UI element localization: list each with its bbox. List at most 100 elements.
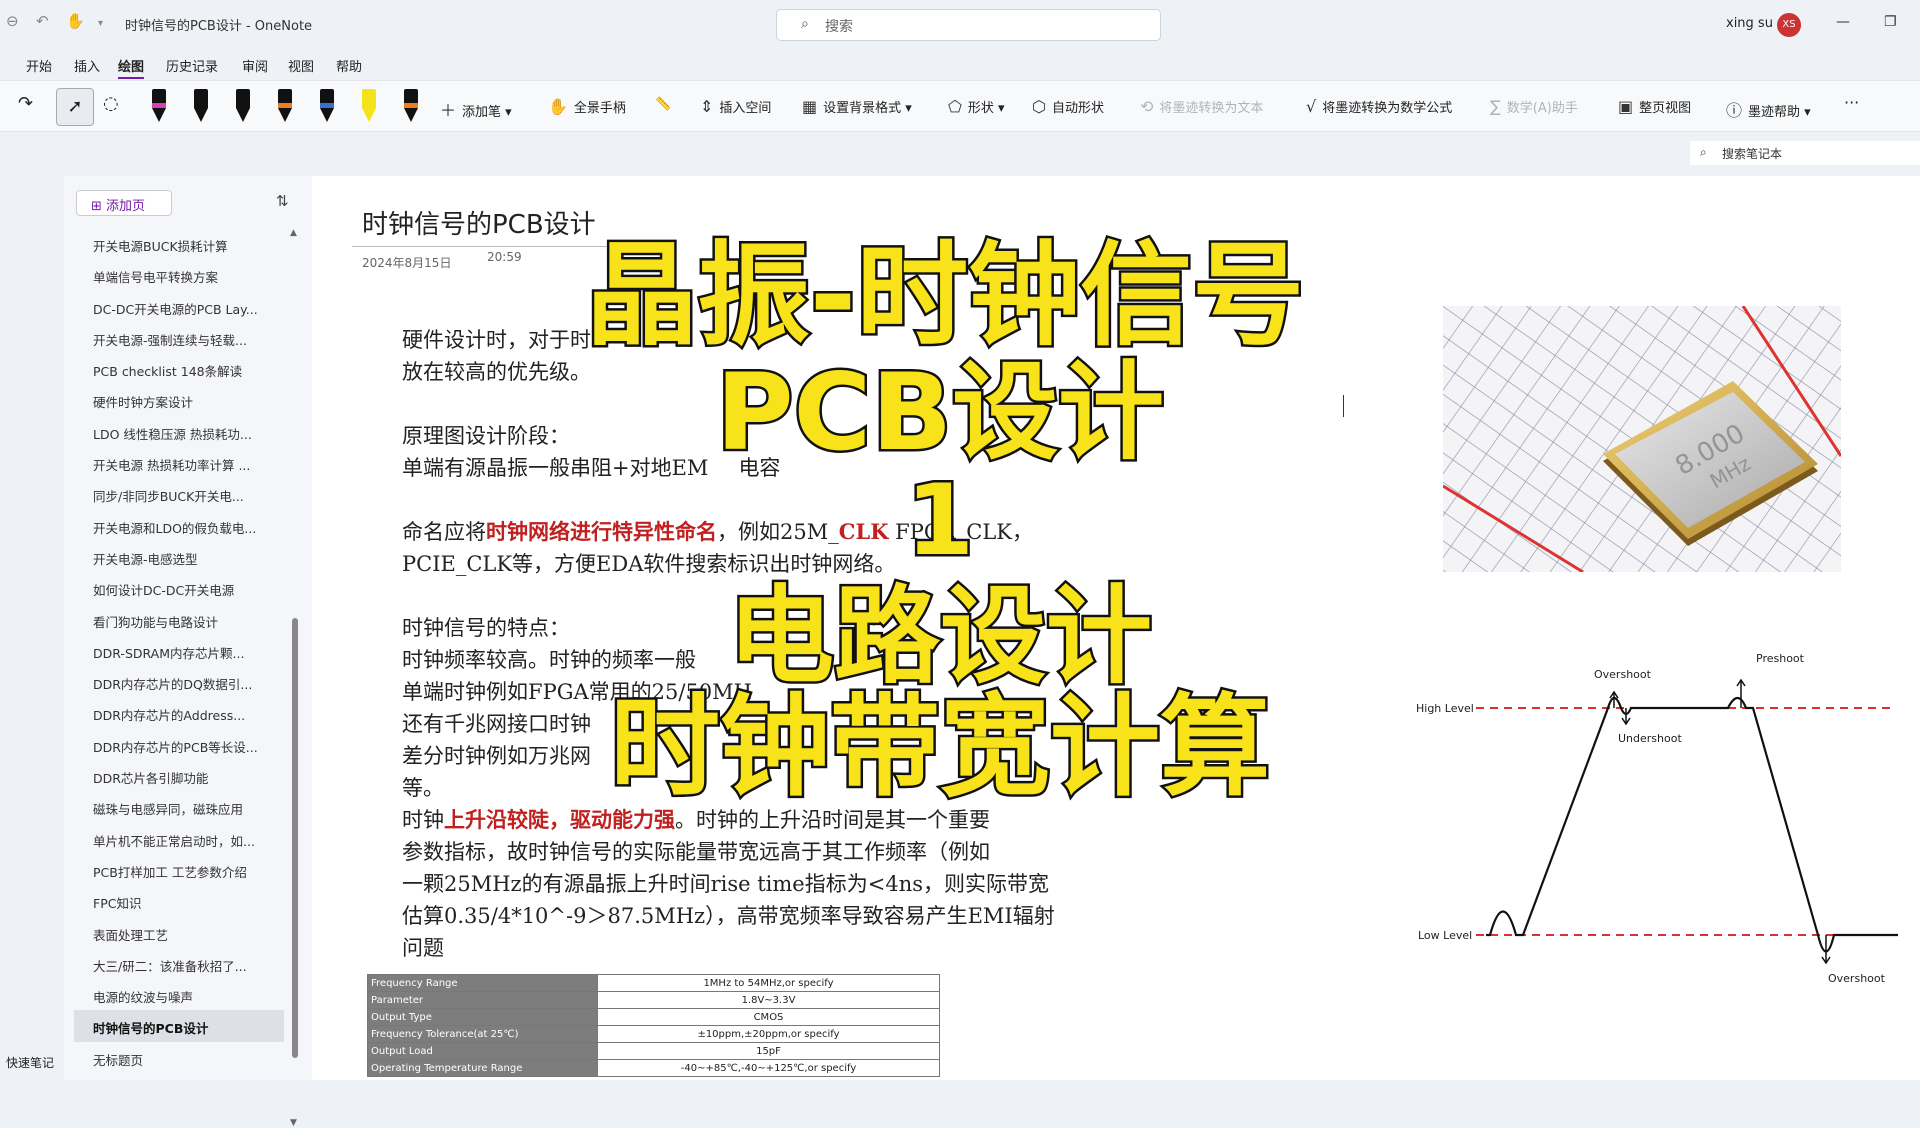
spec-table[interactable]: Frequency Range 1MHz to 54MHz,or specify P… — [367, 974, 940, 1077]
sort-icon[interactable]: ⇅ — [276, 192, 289, 210]
touch-mode-icon[interactable]: ✋ — [66, 12, 85, 30]
table-row: Operating Temperature Range -40~+85℃,-40~… — [367, 1059, 940, 1077]
background-format-button[interactable]: ▦ 设置背景格式 ▾ — [802, 97, 912, 116]
note-line: 问题 — [402, 936, 444, 960]
title-bar: ⊖ ↶ ✋ ▾ 时钟信号的PCB设计 - OneNote ⌕ 搜索 xing s… — [0, 0, 1920, 50]
undo-icon[interactable]: ↶ — [36, 12, 49, 30]
note-line: 一颗25MHz的有源晶振上升时间rise time指标为<4ns，则实际带宽 — [402, 872, 1049, 896]
page-list-item[interactable]: 同步/非同步BUCK开关电... — [64, 478, 294, 509]
insert-space-button[interactable]: ⇕ 插入空间 — [700, 97, 771, 116]
full-hand-button[interactable]: ✋ 全景手柄 — [548, 97, 626, 116]
page-list-item[interactable]: 看门狗功能与电路设计 — [64, 604, 294, 635]
page-list-pane: ⊞ 添加页 ⇅ 开关电源BUCK损耗计算 单端信号电平转换方案 DC-DC开关电源的… — [64, 176, 314, 1128]
pen-icon[interactable] — [236, 89, 250, 123]
page-list-item[interactable]: 无标题页 — [64, 1042, 294, 1073]
page-list-item[interactable]: 表面处理工艺 — [64, 917, 294, 948]
page-list-item[interactable]: 开关电源-强制连续与轻载... — [64, 322, 294, 353]
ink-to-text-button[interactable]: ⟲ 将墨迹转换为文本 — [1140, 97, 1263, 116]
full-page-icon: ▣ — [1618, 97, 1634, 116]
shapes-icon: ⬠ — [948, 97, 962, 116]
search-icon: ⌕ — [801, 16, 809, 32]
page-list-item[interactable]: FPC知识 — [64, 885, 294, 916]
scrollbar-thumb[interactable] — [292, 618, 298, 1058]
page-list-item[interactable]: 开关电源 热损耗功率计算 ... — [64, 447, 294, 478]
pen-icon[interactable] — [278, 89, 292, 123]
table-cell-key: Operating Temperature Range — [367, 1059, 598, 1077]
select-tool-icon[interactable]: ➚ — [56, 88, 94, 126]
math-helper-button[interactable]: ∑ 数学(A)助手 — [1490, 97, 1578, 116]
page-list-item[interactable]: DDR内存芯片的PCB等长设... — [64, 729, 294, 760]
search-icon: ⌕ — [1700, 145, 1707, 159]
menu-view[interactable]: 视图 — [288, 56, 314, 75]
note-line: 原理图设计阶段： — [402, 424, 570, 448]
page-list-item[interactable]: 开关电源-电感选型 — [64, 541, 294, 572]
page-list-item[interactable]: DDR内存芯片的Address... — [64, 697, 294, 728]
note-line: 差分时钟例如万兆网 — [402, 744, 591, 768]
pen-icon[interactable] — [152, 89, 166, 123]
customize-toolbar-icon[interactable]: ▾ — [98, 18, 103, 29]
page-list-item[interactable]: 磁珠与电感异同，磁珠应用 — [64, 791, 294, 822]
restore-icon[interactable]: ❐ — [1884, 14, 1897, 30]
page-list-item[interactable]: 时钟信号的PCB设计 — [74, 1010, 284, 1042]
back-icon[interactable]: ⊖ — [6, 12, 19, 30]
shapes-button[interactable]: ⬠ 形状 ▾ — [948, 97, 1005, 116]
ink-to-math-button[interactable]: √ 将墨迹转换为数学公式 — [1306, 97, 1452, 116]
page-title[interactable]: 时钟信号的PCB设计 — [362, 204, 596, 241]
page-list-item[interactable]: PCB checklist 148条解读 — [64, 353, 294, 384]
note-line: 时钟信号的特点： — [402, 616, 570, 640]
table-row: Output Type CMOS — [367, 1008, 940, 1026]
page-date: 2024年8月15日 — [362, 256, 452, 270]
page-list-item[interactable]: 大三/研二：该准备秋招了... — [64, 948, 294, 979]
plus-icon: ＋ — [440, 101, 457, 120]
menu-insert[interactable]: 插入 — [74, 56, 100, 75]
pen-icon[interactable] — [320, 89, 334, 123]
pen-icon[interactable] — [194, 89, 208, 123]
page-list-item[interactable]: PCB打样加工 工艺参数介绍 — [64, 854, 294, 885]
menu-review[interactable]: 审阅 — [242, 56, 268, 75]
page-list-item[interactable]: 开关电源BUCK损耗计算 — [64, 228, 294, 259]
pen-icon[interactable] — [404, 89, 418, 123]
overshoot-bottom-label: Overshoot — [1828, 972, 1886, 985]
more-options-icon[interactable]: ··· — [1844, 93, 1859, 112]
search-input[interactable]: ⌕ 搜索 — [776, 9, 1161, 41]
menu-home[interactable]: 开始 — [26, 56, 52, 75]
scroll-down-icon[interactable]: ▼ — [290, 1118, 297, 1128]
quick-notes-link[interactable]: 快速笔记 — [6, 1054, 54, 1071]
menu-draw[interactable]: 绘图 — [118, 56, 145, 79]
page-list-item[interactable]: DDR内存芯片的DQ数据引... — [64, 666, 294, 697]
pen-icon[interactable] — [362, 89, 376, 123]
page-list-item[interactable]: 如何设计DC-DC开关电源 — [64, 572, 294, 603]
page-list-scrollbar[interactable]: ▲ ▼ — [290, 228, 300, 1128]
note-body[interactable]: 硬件设计时，对于时 放在较高的优先级。 原理图设计阶段： 单端有源晶振一般串阻+… — [402, 324, 1122, 964]
hand-icon: ✋ — [548, 97, 568, 116]
menu-help[interactable]: 帮助 — [336, 56, 362, 75]
page-list-item[interactable]: 电源的纹波与噪声 — [64, 979, 294, 1010]
note-line: 命名应将时钟网络进行特异性命名，例如25M_CLK FPGA_CLK， — [402, 519, 1033, 544]
lasso-select-icon[interactable]: ◌ — [103, 93, 119, 114]
page-list-item[interactable]: 单片机不能正常启动时，如... — [64, 823, 294, 854]
table-cell-key: Output Load — [367, 1042, 598, 1060]
ribbon-draw: ↷ ◌ ＋添加笔 ▾ ✋ 全景手柄 📏 ⇕ 插入空间 ▦ 设置背景格式 ▾ ⬠ 形状 ▾… — [0, 80, 1920, 132]
page-list-item[interactable]: DDR-SDRAM内存芯片颗... — [64, 635, 294, 666]
page-list-item[interactable]: 单端信号电平转换方案 — [64, 259, 294, 290]
page-list-item[interactable]: DC-DC开关电源的PCB Lay... — [64, 291, 294, 322]
minimize-icon[interactable]: — — [1836, 14, 1850, 30]
scroll-up-icon[interactable]: ▲ — [290, 228, 297, 238]
add-pen-button[interactable]: ＋添加笔 ▾ — [440, 97, 512, 121]
grid-icon: ▦ — [802, 97, 818, 116]
menu-history[interactable]: 历史记录 — [166, 56, 218, 75]
avatar[interactable]: XS — [1777, 13, 1801, 37]
ruler-icon[interactable]: 📏 — [655, 97, 671, 112]
page-list-item[interactable]: 硬件时钟方案设计 — [64, 384, 294, 415]
redo-icon[interactable]: ↷ — [18, 93, 33, 114]
crystal-oscillator-image[interactable]: 8.000 MHz — [1443, 306, 1841, 572]
page-list-item[interactable]: LDO 线性稳压源 热损耗功... — [64, 416, 294, 447]
page-list-item[interactable]: 开关电源和LDO的假负载电... — [64, 510, 294, 541]
page-list-item[interactable]: DDR芯片各引脚功能 — [64, 760, 294, 791]
full-page-view-button[interactable]: ▣ 整页视图 — [1618, 97, 1691, 116]
clock-waveform-diagram: High Level Low Level Overshoot Undershoo… — [1416, 652, 1898, 985]
add-page-button[interactable]: ⊞ 添加页 — [76, 190, 172, 216]
search-notebook-input[interactable]: ⌕ 搜索笔记本 — [1690, 141, 1920, 165]
ink-help-button[interactable]: ⓘ 墨迹帮助 ▾ — [1726, 97, 1811, 121]
auto-shape-button[interactable]: ⬡ 自动形状 — [1032, 97, 1104, 116]
